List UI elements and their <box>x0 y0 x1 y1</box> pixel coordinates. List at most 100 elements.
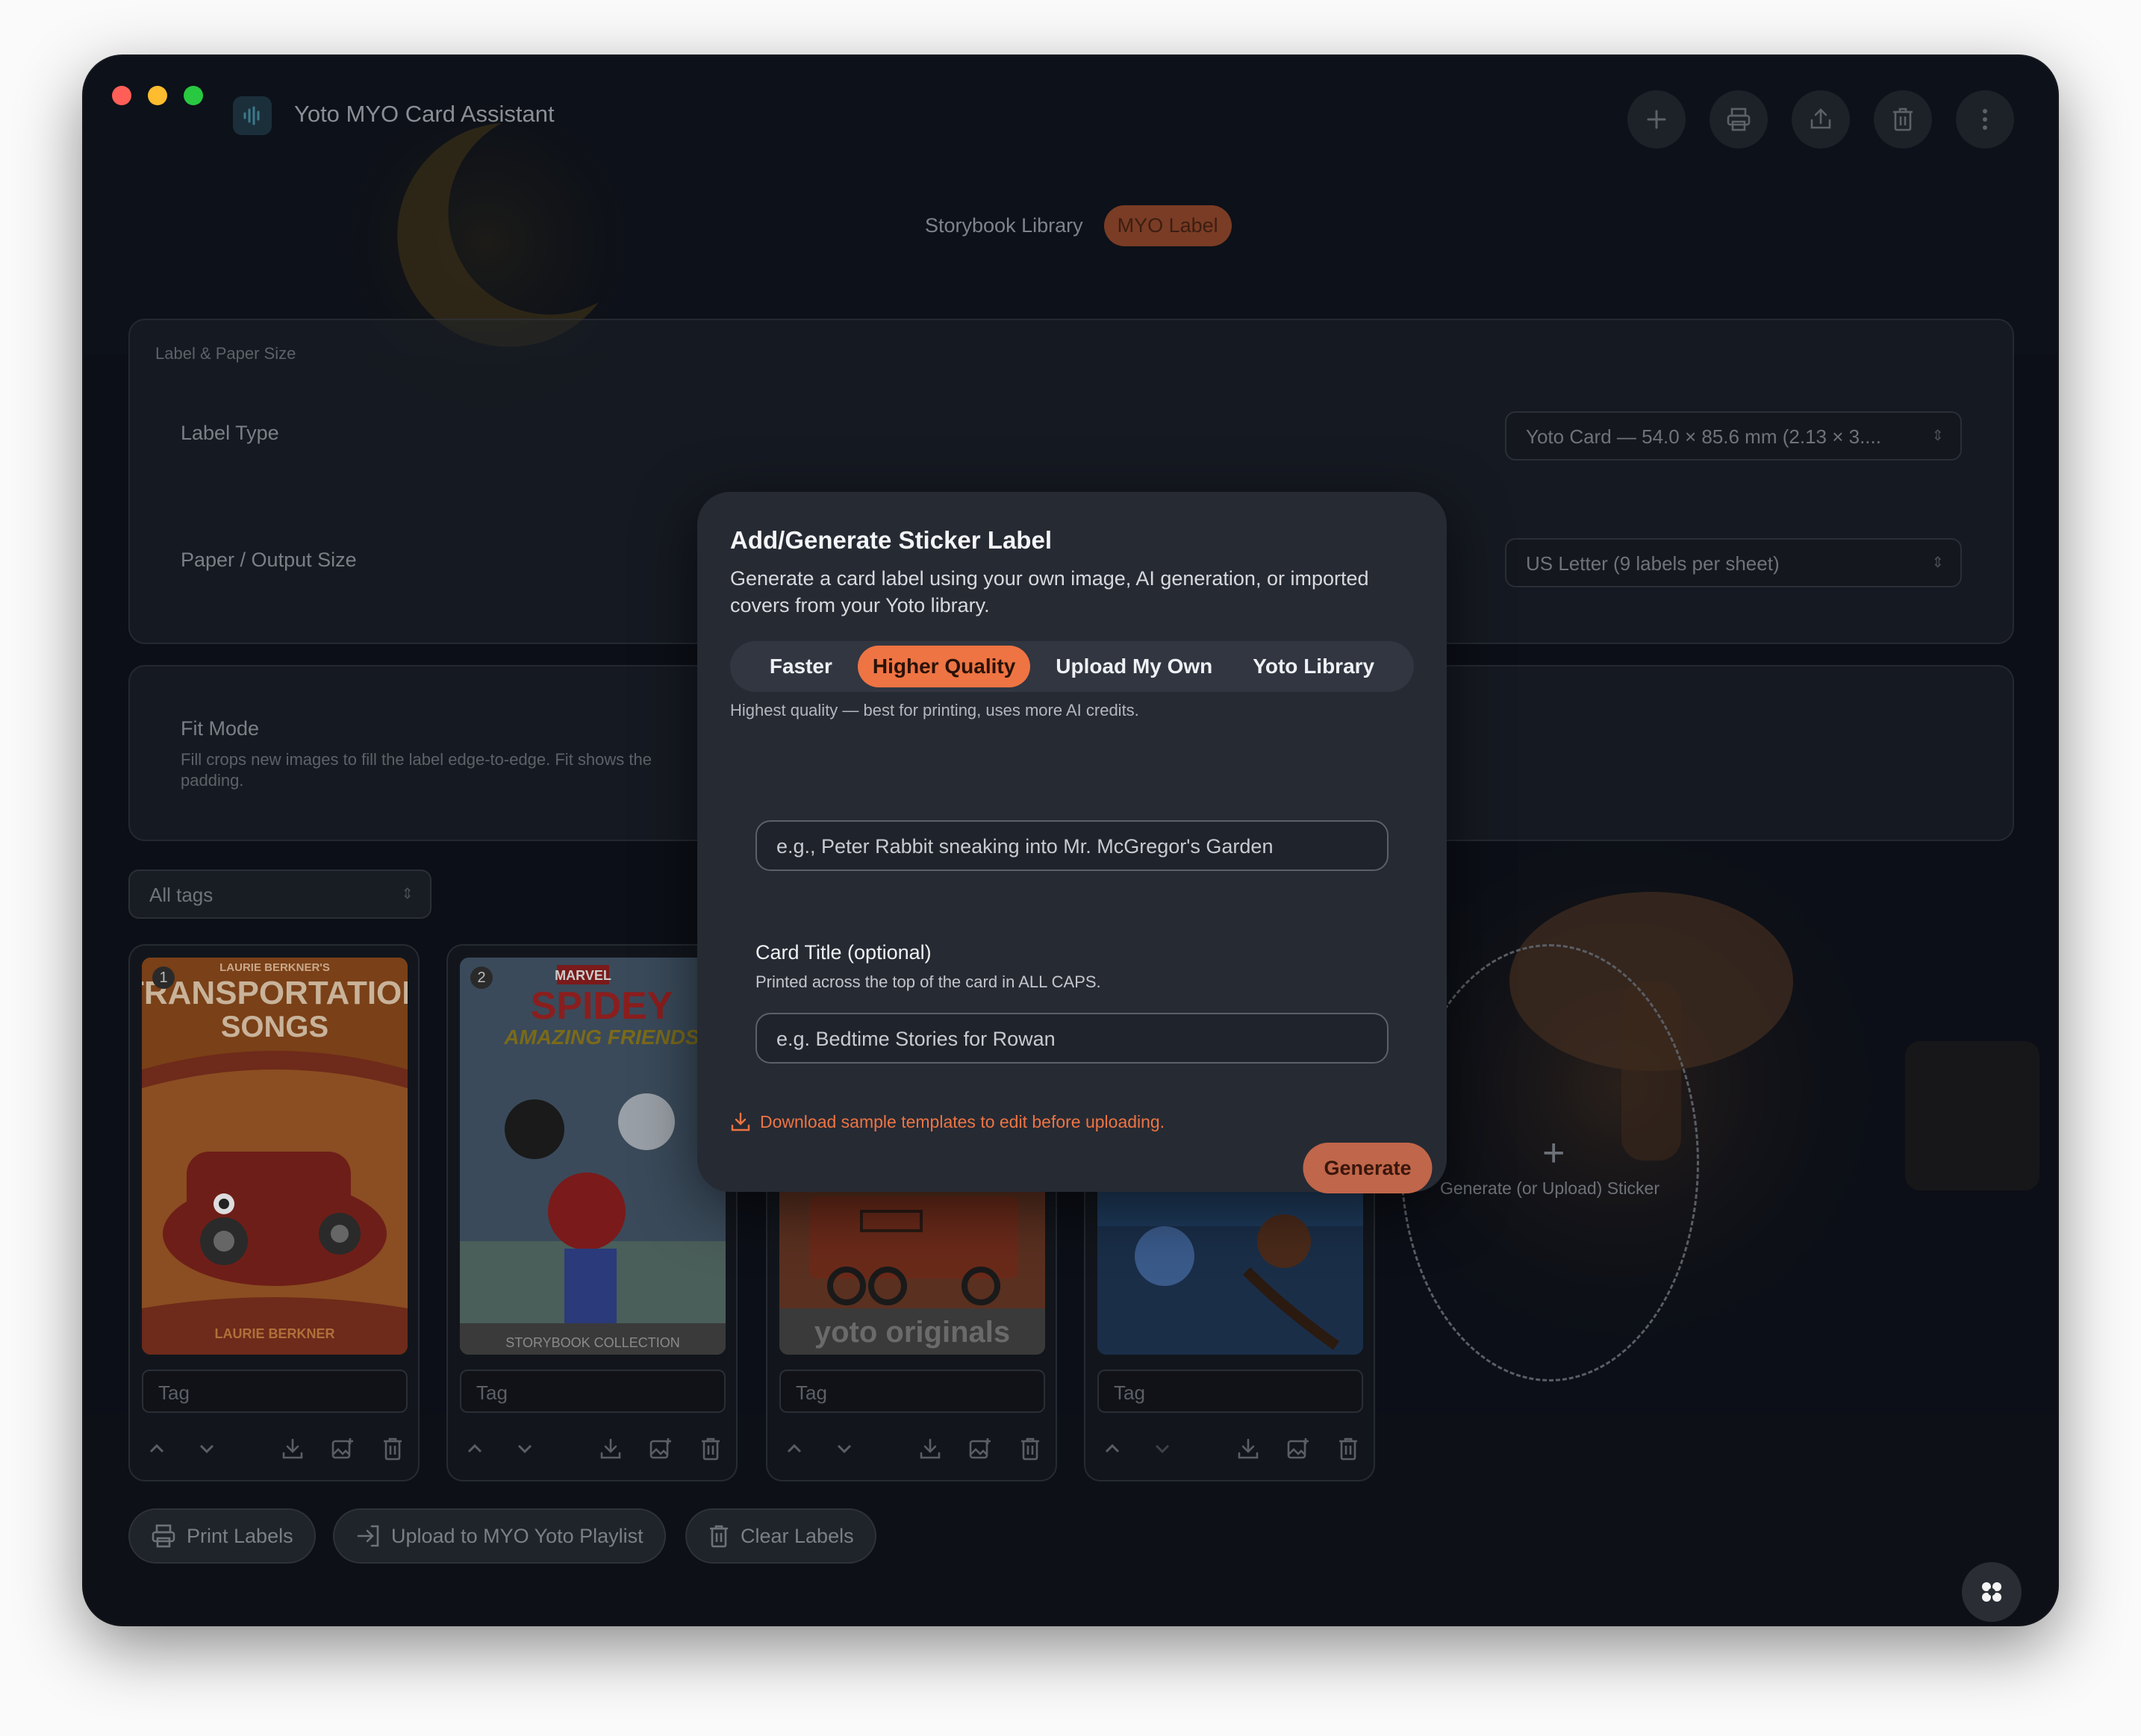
chevron-down-icon <box>518 1444 532 1454</box>
app-logo-icon <box>233 96 272 135</box>
label-card[interactable]: LAURIE BERKNER'S TRANSPORTATION SONGS LA… <box>128 944 420 1481</box>
move-up-button[interactable] <box>142 1434 172 1464</box>
share-button[interactable] <box>1792 90 1850 149</box>
image-plus-icon <box>1287 1438 1309 1459</box>
move-up-button[interactable] <box>779 1434 809 1464</box>
clear-labels-button[interactable]: Clear Labels <box>685 1508 876 1564</box>
zoom-window-button[interactable] <box>184 86 203 105</box>
chevron-down-icon <box>200 1444 214 1454</box>
cover-title-line-2: SONGS <box>221 1011 328 1043</box>
image-plus-icon <box>331 1438 353 1459</box>
download-templates-link[interactable]: Download sample templates to edit before… <box>730 1111 1165 1132</box>
move-down-button[interactable] <box>510 1434 540 1464</box>
cover-brand-text: yoto originals <box>814 1316 1010 1349</box>
chevron-updown-icon: ⇕ <box>1931 555 1944 571</box>
cover-title-line-1: SPIDEY <box>531 984 673 1028</box>
tags-filter-select[interactable]: All tags ⇕ <box>128 869 431 919</box>
option-higher-quality[interactable]: Higher Quality <box>857 646 1031 687</box>
download-button[interactable] <box>278 1434 308 1464</box>
move-down-button[interactable] <box>1147 1434 1177 1464</box>
title-bar: Yoto MYO Card Assistant <box>84 56 2057 175</box>
cover-brand-text: MARVEL <box>555 968 611 983</box>
label-type-value: Yoto Card — 54.0 × 85.6 mm (2.13 × 3.... <box>1526 425 1881 448</box>
dialog-description: Generate a card label using your own ima… <box>730 567 1369 616</box>
prompt-input[interactable]: e.g., Peter Rabbit sneaking into Mr. McG… <box>755 820 1389 871</box>
tag-input[interactable]: Tag <box>779 1370 1045 1413</box>
plus-icon <box>1647 110 1666 129</box>
replace-image-button[interactable] <box>1283 1434 1313 1464</box>
close-window-button[interactable] <box>112 86 131 105</box>
share-icon <box>1810 108 1831 129</box>
login-arrow-icon <box>357 1525 379 1547</box>
view-switcher: Storybook Library MYO Label <box>911 204 1232 247</box>
replace-image-button[interactable] <box>328 1434 358 1464</box>
card-actions <box>460 1434 726 1464</box>
move-down-button[interactable] <box>829 1434 859 1464</box>
assistant-fab-button[interactable] <box>1962 1562 2022 1622</box>
delete-card-button[interactable] <box>1333 1434 1363 1464</box>
cover-title-line-1: TRANSPORTATION <box>142 975 408 1011</box>
mode-hint: Highest quality — best for printing, use… <box>730 701 1139 719</box>
generation-mode-switcher: Faster Higher Quality Upload My Own Yoto… <box>730 641 1414 692</box>
option-upload-my-own[interactable]: Upload My Own <box>1041 646 1227 687</box>
minimize-window-button[interactable] <box>148 86 167 105</box>
replace-image-button[interactable] <box>646 1434 676 1464</box>
trash-icon <box>1893 107 1913 131</box>
cover-footer-text: STORYBOOK COLLECTION <box>505 1335 679 1350</box>
fit-mode-description-2: padding. <box>181 771 244 790</box>
card-title-help: Printed across the top of the card in AL… <box>755 972 1101 991</box>
delete-card-button[interactable] <box>378 1434 408 1464</box>
download-templates-label: Download sample templates to edit before… <box>760 1111 1165 1131</box>
delete-card-button[interactable] <box>696 1434 726 1464</box>
printer-icon <box>1727 107 1751 131</box>
download-button[interactable] <box>915 1434 945 1464</box>
tab-myo-label[interactable]: MYO Label <box>1103 204 1232 246</box>
paper-size-select[interactable]: US Letter (9 labels per sheet) ⇕ <box>1505 538 1962 587</box>
add-sticker-dialog: Add/Generate Sticker Label Generate a ca… <box>697 492 1447 1193</box>
card-actions <box>1097 1434 1363 1464</box>
tag-input[interactable]: Tag <box>460 1370 726 1413</box>
fit-mode-label: Fit Mode <box>181 717 260 740</box>
trash-icon <box>1020 1437 1039 1461</box>
app-window: Yoto MYO Card Assistant Storybook Librar… <box>84 56 2057 1625</box>
add-sticker-label: Generate (or Upload) Sticker <box>1439 1178 1659 1198</box>
trash-icon <box>1338 1437 1357 1461</box>
print-labels-button[interactable]: Print Labels <box>128 1508 316 1564</box>
label-card[interactable]: MARVEL SPIDEY AMAZING FRIENDS STORYBOOK … <box>446 944 738 1481</box>
label-type-label: Label Type <box>181 422 279 444</box>
more-vertical-icon <box>1983 109 1987 130</box>
card-title-input[interactable]: e.g. Bedtime Stories for Rowan <box>755 1013 1389 1064</box>
replace-image-button[interactable] <box>965 1434 995 1464</box>
download-button[interactable] <box>1233 1434 1263 1464</box>
card-number-badge: 2 <box>470 967 493 989</box>
card-actions <box>142 1434 408 1464</box>
dialog-title: Add/Generate Sticker Label <box>730 526 1052 554</box>
download-button[interactable] <box>596 1434 626 1464</box>
download-icon <box>1238 1438 1258 1459</box>
delete-card-button[interactable] <box>1015 1434 1045 1464</box>
card-actions <box>779 1434 1045 1464</box>
more-button[interactable] <box>1956 90 2014 149</box>
upload-playlist-button[interactable]: Upload to MYO Yoto Playlist <box>333 1508 666 1564</box>
print-button[interactable] <box>1710 90 1768 149</box>
tag-input[interactable]: Tag <box>1097 1370 1363 1413</box>
paper-size-label: Paper / Output Size <box>181 549 357 571</box>
fit-mode-description: Fill crops new images to fill the label … <box>181 750 652 769</box>
move-up-button[interactable] <box>1097 1434 1127 1464</box>
generate-button[interactable]: Generate <box>1303 1143 1433 1193</box>
tab-storybook-library[interactable]: Storybook Library <box>911 205 1097 246</box>
move-up-button[interactable] <box>460 1434 490 1464</box>
chevron-down-icon <box>838 1444 852 1454</box>
cover-title-line-2: AMAZING FRIENDS <box>503 1025 699 1049</box>
cover-publisher-text: LAURIE BERKNER'S <box>219 961 330 974</box>
option-yoto-library[interactable]: Yoto Library <box>1238 646 1389 687</box>
move-down-button[interactable] <box>192 1434 222 1464</box>
delete-button[interactable] <box>1874 90 1932 149</box>
option-faster[interactable]: Faster <box>755 646 847 687</box>
section-title: Label & Paper Size <box>155 344 296 363</box>
add-button[interactable] <box>1627 90 1686 149</box>
tag-input[interactable]: Tag <box>142 1370 408 1413</box>
chevron-up-icon <box>149 1443 164 1453</box>
window-controls <box>112 86 203 105</box>
label-type-select[interactable]: Yoto Card — 54.0 × 85.6 mm (2.13 × 3....… <box>1505 411 1962 460</box>
